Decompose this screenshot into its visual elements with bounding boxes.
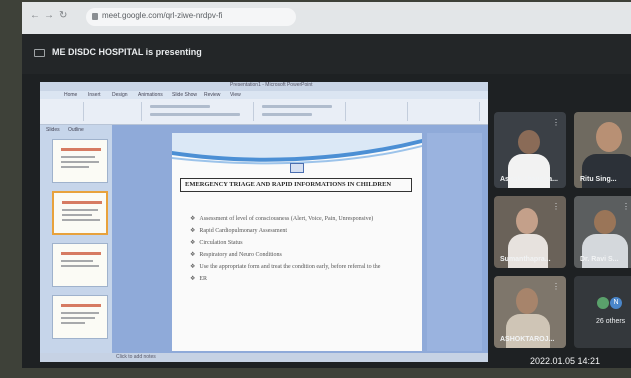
slide-bullet: Assessment of level of consciousness (Al… bbox=[190, 215, 373, 222]
slide-heading-box: EMERGENCY TRIAGE AND RAPID INFORMATIONS … bbox=[180, 178, 412, 192]
participant-head bbox=[516, 288, 538, 314]
more-options-icon[interactable]: ⋮ bbox=[622, 202, 630, 211]
participant-name: Ritu Sing... bbox=[580, 176, 617, 183]
participant-head bbox=[516, 208, 538, 234]
participant-tile[interactable]: ⋮ Ashok chaudha... bbox=[494, 112, 566, 188]
slide-thumbnail-selected[interactable] bbox=[52, 191, 108, 235]
presenting-text: ME DISDC HOSPITAL is presenting bbox=[52, 47, 202, 57]
menu-design[interactable]: Design bbox=[112, 92, 128, 98]
browser-toolbar: ← → ↻ meet.google.com/qrl-ziwe-nrdpv-fi bbox=[22, 2, 631, 34]
lock-icon bbox=[92, 13, 98, 20]
menu-insert[interactable]: Insert bbox=[88, 92, 101, 98]
ribbon-clipboard[interactable] bbox=[44, 102, 84, 121]
more-options-icon[interactable]: ⋮ bbox=[552, 118, 560, 127]
slide-logo bbox=[290, 163, 304, 173]
thumb-line bbox=[61, 265, 99, 267]
thumb-line bbox=[61, 161, 99, 163]
menu-review[interactable]: Review bbox=[204, 92, 220, 98]
slide-bullet: Respiratory and Neuro Conditions bbox=[190, 251, 282, 258]
ppt-title-bar: Presentation1 - Microsoft PowerPoint bbox=[40, 82, 488, 91]
participant-tile[interactable]: ⋮ Sumanthapra... bbox=[494, 196, 566, 268]
ppt-window-title: Presentation1 - Microsoft PowerPoint bbox=[230, 82, 313, 88]
participant-head bbox=[596, 122, 622, 152]
thumb-line bbox=[61, 260, 93, 262]
slide-side-panel bbox=[427, 133, 482, 351]
more-options-icon[interactable]: ⋮ bbox=[552, 282, 560, 291]
monitor-screen: ← → ↻ meet.google.com/qrl-ziwe-nrdpv-fi … bbox=[22, 2, 631, 368]
font-format-row[interactable] bbox=[150, 113, 240, 116]
address-bar[interactable]: meet.google.com/qrl-ziwe-nrdpv-fi bbox=[86, 8, 296, 26]
thumb-line bbox=[62, 219, 100, 221]
slide-thumbnail[interactable] bbox=[52, 139, 108, 183]
ribbon-slides[interactable] bbox=[86, 102, 142, 121]
menu-slide-show[interactable]: Slide Show bbox=[172, 92, 197, 98]
participant-tile[interactable]: ⋮ Dr. Ravi S... bbox=[574, 196, 631, 268]
url-text: meet.google.com/qrl-ziwe-nrdpv-fi bbox=[102, 11, 223, 20]
slide-bullet: Rapid Cardiopulmonary Assessment bbox=[190, 227, 287, 234]
back-icon[interactable]: ← bbox=[30, 11, 40, 21]
menu-animations[interactable]: Animations bbox=[138, 92, 163, 98]
thumb-line bbox=[62, 209, 98, 211]
slide-canvas: EMERGENCY TRIAGE AND RAPID INFORMATIONS … bbox=[112, 125, 488, 353]
photo-timestamp: 2022.01.05 14:21 bbox=[530, 356, 601, 366]
more-options-icon[interactable]: ⋮ bbox=[552, 202, 560, 211]
participant-avatar bbox=[597, 297, 609, 309]
thumb-line bbox=[61, 312, 99, 314]
participant-tile[interactable]: ⋮ ASHOKTAROJ... bbox=[494, 276, 566, 348]
ppt-status-bar: Click to add notes bbox=[40, 353, 488, 362]
thumb-line bbox=[61, 317, 95, 319]
thumb-line bbox=[61, 322, 85, 324]
presenting-banner: ME DISDC HOSPITAL is presenting bbox=[22, 34, 631, 74]
tab-outline[interactable]: Outline bbox=[68, 127, 84, 134]
current-slide[interactable]: EMERGENCY TRIAGE AND RAPID INFORMATIONS … bbox=[172, 133, 422, 351]
menu-home[interactable]: Home bbox=[64, 92, 77, 98]
participant-name: ASHOKTAROJ... bbox=[500, 336, 555, 343]
participant-tile[interactable]: Ritu Sing... bbox=[574, 112, 631, 188]
slide-bullet: Use the appropriate form and treat the c… bbox=[190, 263, 380, 270]
slide-bullet: ER bbox=[190, 275, 207, 282]
thumb-line bbox=[61, 166, 89, 168]
thumb-line bbox=[62, 214, 92, 216]
ppt-menu-bar: Home Insert Design Animations Slide Show… bbox=[40, 91, 488, 99]
forward-icon[interactable]: → bbox=[44, 11, 54, 21]
align-row[interactable] bbox=[262, 113, 312, 116]
thumb-heading bbox=[62, 201, 102, 204]
notes-placeholder[interactable]: Click to add notes bbox=[116, 354, 156, 360]
thumb-heading bbox=[61, 148, 101, 151]
slide-heading: EMERGENCY TRIAGE AND RAPID INFORMATIONS … bbox=[185, 181, 392, 188]
thumb-heading bbox=[61, 304, 101, 307]
participant-avatar: N bbox=[610, 297, 622, 309]
reload-icon[interactable]: ↻ bbox=[59, 11, 67, 21]
tab-slides[interactable]: Slides bbox=[46, 127, 60, 134]
participant-name: Ashok chaudha... bbox=[500, 176, 558, 183]
participant-name: Sumanthapra... bbox=[500, 256, 551, 263]
ppt-ribbon bbox=[40, 99, 488, 125]
ribbon-editing[interactable] bbox=[410, 102, 480, 121]
shared-screen: Presentation1 - Microsoft PowerPoint Hom… bbox=[40, 82, 488, 362]
menu-view[interactable]: View bbox=[230, 92, 241, 98]
thumb-line bbox=[61, 156, 95, 158]
paragraph-row[interactable] bbox=[262, 105, 332, 108]
participant-head bbox=[518, 130, 540, 154]
thumb-heading bbox=[61, 252, 101, 255]
slide-thumbnail[interactable] bbox=[52, 295, 108, 339]
others-count: 26 others bbox=[596, 318, 626, 325]
present-screen-icon bbox=[34, 49, 45, 57]
slide-bullet: Circulation Status bbox=[190, 239, 242, 246]
participant-head bbox=[594, 210, 616, 234]
others-tile[interactable]: N 26 others bbox=[574, 276, 631, 348]
slides-panel: Slides Outline bbox=[40, 125, 112, 353]
font-box[interactable] bbox=[150, 105, 210, 108]
ribbon-drawing[interactable] bbox=[348, 102, 408, 121]
slide-thumbnail[interactable] bbox=[52, 243, 108, 287]
participant-name: Dr. Ravi S... bbox=[580, 256, 619, 263]
